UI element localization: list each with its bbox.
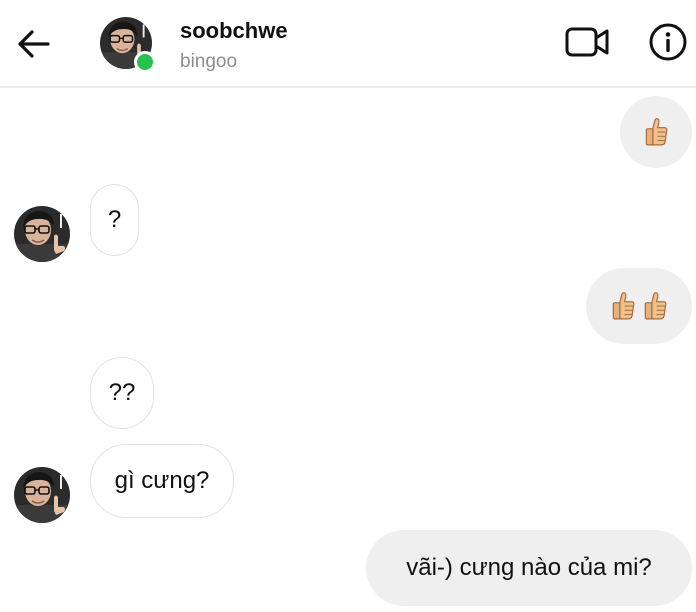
sender-avatar[interactable] bbox=[14, 206, 70, 262]
message-text: vãi-) cưng nào của mi? bbox=[406, 554, 652, 581]
thumbs-up-icon bbox=[645, 118, 668, 146]
message-text: gì cưng? bbox=[114, 467, 210, 494]
video-call-button[interactable] bbox=[564, 24, 610, 60]
message-text: ?? bbox=[108, 379, 136, 406]
contact-username[interactable]: soobchwe bbox=[180, 18, 288, 44]
message-bubble-outgoing[interactable]: vãi-) cưng nào của mi? bbox=[366, 530, 692, 606]
info-icon bbox=[649, 23, 687, 61]
sender-avatar[interactable] bbox=[14, 467, 70, 523]
thumbs-up-icon bbox=[612, 292, 635, 320]
message-bubble-incoming[interactable]: ?? bbox=[90, 357, 154, 429]
back-button[interactable] bbox=[14, 26, 54, 62]
message-text: ? bbox=[107, 206, 122, 233]
message-bubble-incoming[interactable]: ? bbox=[90, 184, 139, 256]
chat-header: soobchwe bingoo bbox=[0, 0, 696, 88]
message-bubble-outgoing[interactable] bbox=[586, 268, 692, 344]
online-status-dot bbox=[134, 51, 156, 73]
thumbs-up-icon bbox=[644, 292, 667, 320]
conversation-info-button[interactable] bbox=[648, 22, 688, 62]
message-bubble-outgoing[interactable] bbox=[620, 96, 692, 168]
arrow-left-icon bbox=[18, 30, 50, 58]
contact-subtitle: bingoo bbox=[180, 51, 238, 72]
message-bubble-incoming[interactable]: gì cưng? bbox=[90, 444, 234, 518]
video-camera-icon bbox=[565, 27, 609, 57]
